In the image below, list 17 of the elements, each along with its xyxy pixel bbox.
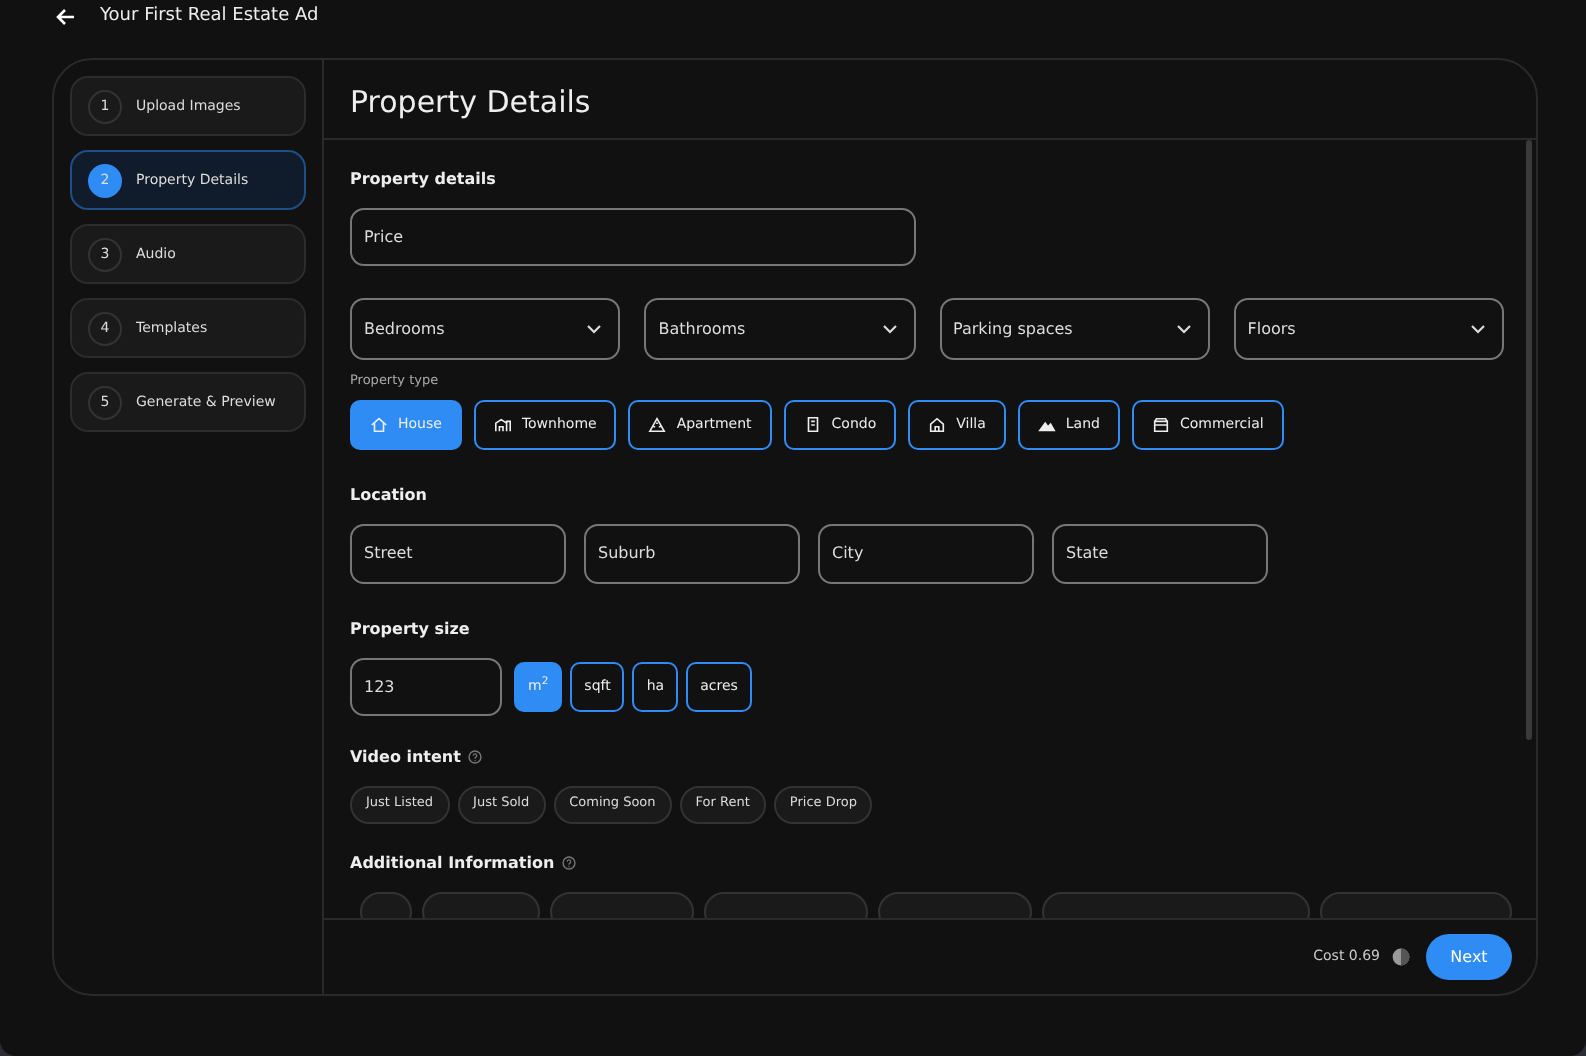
text-field[interactable]: State bbox=[1052, 523, 1268, 584]
section-heading: Video intent bbox=[350, 745, 461, 770]
dropdown-field[interactable]: Bedrooms bbox=[350, 298, 621, 360]
section-heading: Property size bbox=[350, 617, 470, 642]
text-field[interactable]: City bbox=[818, 523, 1034, 584]
section-heading: Location bbox=[350, 483, 427, 508]
dropdown-field[interactable]: Bathrooms bbox=[644, 298, 915, 360]
page-title: Property Details bbox=[350, 84, 591, 120]
price-field[interactable]: Price bbox=[350, 208, 916, 266]
dropdown-field[interactable]: Floors bbox=[1233, 298, 1504, 360]
text-field[interactable]: Street bbox=[350, 523, 566, 584]
text-field[interactable]: Suburb bbox=[584, 523, 800, 584]
page-header-title: Your First Real Estate Ad bbox=[100, 3, 319, 30]
section-heading: Additional Information bbox=[350, 851, 555, 876]
dropdown-field[interactable]: Parking spaces bbox=[939, 298, 1210, 360]
size-field[interactable]: 123 bbox=[350, 657, 502, 716]
section-heading: Property details bbox=[350, 168, 496, 192]
